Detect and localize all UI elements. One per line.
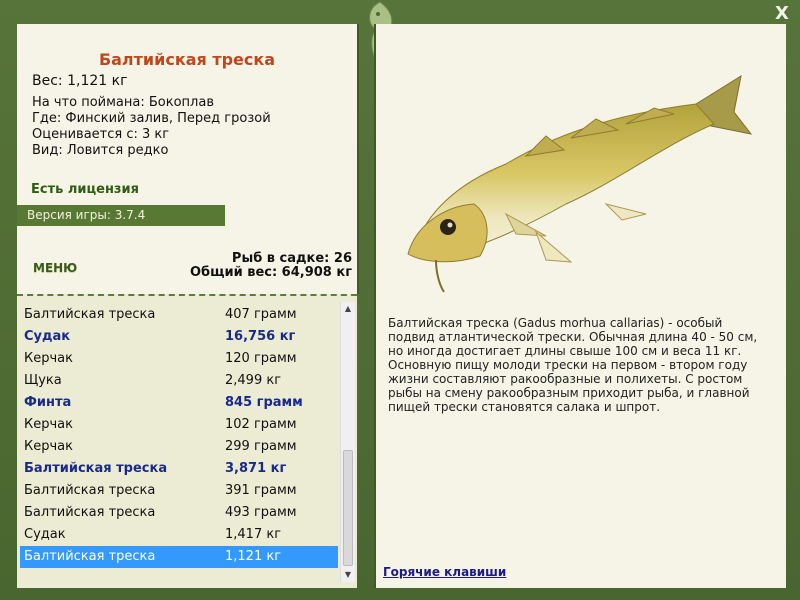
list-item-name: Щука: [24, 373, 62, 388]
list-item[interactable]: Балтийская треска 391 грамм: [20, 480, 338, 502]
list-item-name: Керчак: [24, 351, 73, 366]
list-scrollbar[interactable]: ▲ ▼: [340, 302, 355, 582]
list-item-name: Керчак: [24, 439, 73, 454]
list-item-name: Балтийская треска: [24, 461, 168, 476]
hotkeys-link[interactable]: Горячие клавиши: [383, 565, 506, 579]
list-item[interactable]: Балтийская треска 1,121 кг: [20, 546, 338, 568]
fish-details: На что поймана: Бокоплав Где: Финский за…: [32, 95, 271, 159]
list-item-name: Балтийская треска: [24, 549, 156, 564]
license-status: Есть лицензия: [31, 182, 139, 197]
fish-description: Балтийская треска (Gadus morhua callaria…: [388, 316, 758, 414]
fish-weight: Вес: 1,121 кг: [32, 73, 128, 89]
list-item-weight: 391 грамм: [225, 483, 297, 498]
list-item-weight: 299 грамм: [225, 439, 297, 454]
close-button[interactable]: X: [772, 4, 792, 24]
cod-fish-image: [407, 74, 753, 293]
list-item[interactable]: Балтийская треска 3,871 кг: [20, 458, 338, 480]
list-item-weight: 493 грамм: [225, 505, 297, 520]
fish-description-panel: Балтийская треска (Gadus morhua callaria…: [374, 24, 786, 588]
kind-text: Вид: Ловится редко: [32, 143, 169, 158]
list-item-weight: 102 грамм: [225, 417, 297, 432]
list-item-weight: 1,121 кг: [225, 549, 282, 564]
list-item[interactable]: Судак 16,756 кг: [20, 326, 338, 348]
list-item-weight: 120 грамм: [225, 351, 297, 366]
list-item[interactable]: Керчак 102 грамм: [20, 414, 338, 436]
list-item-name: Судак: [24, 527, 66, 542]
list-item-name: Финта: [24, 395, 72, 410]
scrollbar-thumb[interactable]: [343, 450, 353, 566]
rated-from-text: Оценивается с: 3 кг: [32, 127, 170, 142]
list-item-name: Балтийская треска: [24, 307, 156, 322]
list-item[interactable]: Балтийская треска 493 грамм: [20, 502, 338, 524]
fish-info-panel: Балтийская треска Вес: 1,121 кг На что п…: [17, 24, 359, 294]
list-item-weight: 2,499 кг: [225, 373, 282, 388]
list-item[interactable]: Щука 2,499 кг: [20, 370, 338, 392]
fish-count: Рыб в садке: 26: [231, 251, 352, 266]
list-item-weight: 16,756 кг: [225, 329, 296, 344]
list-item-weight: 845 грамм: [225, 395, 303, 410]
list-item-weight: 1,417 кг: [225, 527, 282, 542]
list-item-weight: 407 грамм: [225, 307, 297, 322]
location-text: Где: Финский залив, Перед грозой: [32, 111, 271, 126]
catch-list-panel: Балтийская треска 407 грамм Судак 16,756 кг…: [17, 294, 357, 588]
total-weight: Общий вес: 64,908 кг: [189, 265, 352, 280]
list-item[interactable]: Керчак 299 грамм: [20, 436, 338, 458]
caught-on-text: На что поймана: Бокоплав: [32, 95, 214, 110]
list-item[interactable]: Финта 845 грамм: [20, 392, 338, 414]
menu-button[interactable]: МЕНЮ: [33, 261, 77, 275]
list-item[interactable]: Судак 1,417 кг: [20, 524, 338, 546]
version-bar: Версия игры: 3.7.4: [17, 205, 225, 226]
arrow-down-icon[interactable]: ▼: [341, 568, 355, 582]
list-item-weight: 3,871 кг: [225, 461, 287, 476]
list-item-name: Балтийская треска: [24, 483, 156, 498]
catch-list: Балтийская треска 407 грамм Судак 16,756 кг…: [20, 304, 338, 568]
list-item-name: Судак: [24, 329, 71, 344]
fish-title: Балтийская треска: [98, 50, 276, 69]
list-item-name: Балтийская треска: [24, 505, 156, 520]
list-item-name: Керчак: [24, 417, 73, 432]
arrow-up-icon[interactable]: ▲: [341, 302, 355, 316]
list-item[interactable]: Керчак 120 грамм: [20, 348, 338, 370]
list-item[interactable]: Балтийская треска 407 грамм: [20, 304, 338, 326]
keepnet-stats: Рыб в садке: 26 Общий вес: 64,908 кг: [190, 252, 352, 280]
